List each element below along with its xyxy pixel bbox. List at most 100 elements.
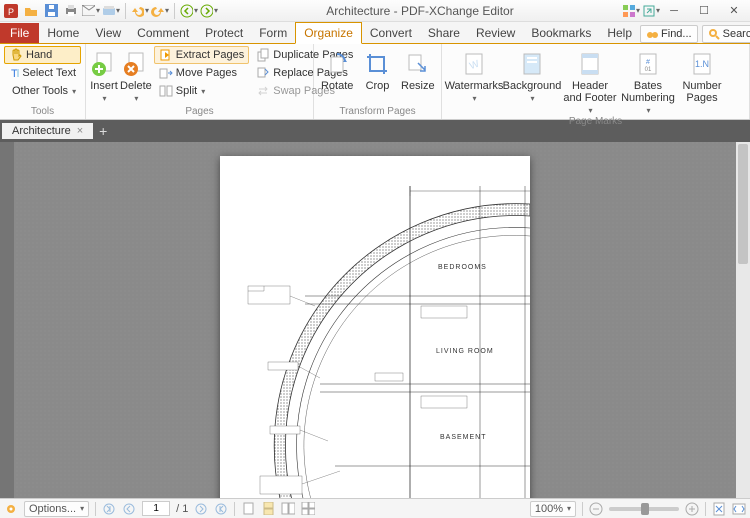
tab-view[interactable]: View (87, 23, 129, 43)
extract-pages-button[interactable]: Extract Pages (154, 46, 249, 64)
background-button[interactable]: Background▾ (504, 46, 560, 103)
save-icon[interactable] (42, 2, 60, 20)
fit-page-icon[interactable] (712, 502, 726, 516)
maximize-button[interactable]: ☐ (690, 2, 718, 20)
room-label-living: LIVING ROOM (436, 348, 494, 355)
move-pages-button[interactable]: Move Pages (154, 64, 249, 82)
prev-page-icon[interactable] (122, 502, 136, 516)
delete-icon (122, 50, 150, 78)
tab-organize[interactable]: Organize (295, 22, 362, 44)
next-page-icon[interactable] (194, 502, 208, 516)
layout-two-cont-icon[interactable] (301, 502, 315, 516)
resize-icon (404, 50, 432, 78)
scan-icon[interactable]: ▾ (102, 2, 120, 20)
pdf-page: BEDROOMS LIVING ROOM BASEMENT (220, 156, 530, 498)
redo-icon[interactable]: ▾ (151, 2, 169, 20)
svg-text:01: 01 (645, 67, 652, 73)
zoom-value[interactable]: 100%▾ (530, 501, 576, 517)
number-pages-button[interactable]: 1.NNumber Pages (678, 46, 726, 104)
select-text-tool[interactable]: TSelect Text (4, 64, 81, 82)
insert-pages-button[interactable]: Insert▾ (90, 46, 118, 103)
split-pages-button[interactable]: Split▾ (154, 82, 249, 100)
zoom-out-icon[interactable] (589, 502, 603, 516)
tab-file[interactable]: File (0, 23, 39, 43)
side-panel-strip[interactable] (0, 142, 14, 498)
group-label-marks: Page Marks (446, 115, 745, 129)
document-tab[interactable]: Architecture× (2, 123, 93, 139)
resize-button[interactable]: Resize (399, 46, 437, 92)
svg-text:P: P (8, 7, 14, 17)
svg-text:#: # (646, 59, 650, 66)
email-icon[interactable]: ▾ (82, 2, 100, 20)
duplicate-icon (256, 48, 270, 62)
tab-protect[interactable]: Protect (197, 23, 251, 43)
minimize-button[interactable]: ─ (660, 2, 688, 20)
title-bar: P ▾ ▾ ▾ ▾ ▾ ▾ Architecture - PDF-XChange… (0, 0, 750, 22)
undo-icon[interactable]: ▾ (131, 2, 149, 20)
page-number-input[interactable] (142, 501, 170, 516)
svg-text:T: T (11, 68, 18, 80)
room-label-basement: BASEMENT (440, 434, 487, 441)
close-tab-icon[interactable]: × (77, 125, 83, 137)
open-icon[interactable] (22, 2, 40, 20)
text-select-icon: T (9, 66, 19, 80)
watermarks-button[interactable]: WWatermarks▾ (446, 46, 502, 103)
watermark-icon: W (460, 50, 488, 78)
tab-share[interactable]: Share (420, 23, 468, 43)
tab-help[interactable]: Help (599, 23, 640, 43)
status-bar: Options...▾ / 1 100%▾ (0, 498, 750, 518)
ui-options-icon[interactable]: ▾ (622, 2, 640, 20)
zoom-slider-thumb[interactable] (641, 503, 649, 515)
first-page-icon[interactable] (102, 502, 116, 516)
replace-icon (256, 66, 270, 80)
group-label-transform: Transform Pages (318, 105, 437, 119)
other-tools[interactable]: Other Tools▾ (4, 82, 81, 100)
options-button[interactable]: Options...▾ (24, 501, 89, 517)
tab-comment[interactable]: Comment (129, 23, 197, 43)
scroll-thumb[interactable] (738, 144, 748, 264)
ribbon: Hand TSelect Text Other Tools▾ Tools Ins… (0, 44, 750, 120)
page-viewport[interactable]: BEDROOMS LIVING ROOM BASEMENT (0, 142, 750, 498)
layout-two-icon[interactable] (281, 502, 295, 516)
find-button[interactable]: Find... (640, 25, 698, 43)
layout-cont-icon[interactable] (261, 502, 275, 516)
nav-forward-icon[interactable]: ▾ (200, 2, 218, 20)
new-tab-button[interactable]: + (93, 123, 113, 139)
crop-icon (363, 50, 391, 78)
group-label-pages: Pages (90, 105, 309, 119)
zoom-in-icon[interactable] (685, 502, 699, 516)
header-footer-icon (576, 50, 604, 78)
nav-back-icon[interactable]: ▾ (180, 2, 198, 20)
app-icon[interactable]: P (2, 2, 20, 20)
close-button[interactable]: ✕ (720, 2, 748, 20)
architectural-drawing (220, 156, 530, 498)
ribbon-tabs: File Home View Comment Protect Form Orga… (0, 22, 750, 44)
swap-pages-button[interactable]: Swap Pages (251, 82, 358, 100)
svg-text:1.N: 1.N (695, 59, 709, 69)
tab-home[interactable]: Home (39, 23, 87, 43)
last-page-icon[interactable] (214, 502, 228, 516)
tab-bookmarks[interactable]: Bookmarks (523, 23, 599, 43)
print-icon[interactable] (62, 2, 80, 20)
launch-icon[interactable]: ▾ (642, 2, 660, 20)
delete-pages-button[interactable]: Delete▾ (120, 46, 152, 103)
quick-access-toolbar: P ▾ ▾ ▾ ▾ ▾ ▾ (2, 2, 218, 20)
fit-width-icon[interactable] (732, 502, 746, 516)
hand-tool[interactable]: Hand (4, 46, 81, 64)
bates-icon: #01 (634, 50, 662, 78)
search-button[interactable]: Search... (702, 25, 750, 43)
vertical-scrollbar[interactable] (736, 142, 750, 498)
tab-form[interactable]: Form (251, 23, 295, 43)
rotate-icon (323, 50, 351, 78)
window-title: Architecture - PDF-XChange Editor (218, 4, 622, 18)
room-label-bedrooms: BEDROOMS (438, 264, 487, 271)
bates-numbering-button[interactable]: #01Bates Numbering▾ (620, 46, 676, 115)
gear-icon (4, 502, 18, 516)
insert-icon (90, 50, 118, 78)
header-footer-button[interactable]: Header and Footer▾ (562, 46, 618, 115)
zoom-slider[interactable] (609, 507, 679, 511)
tab-review[interactable]: Review (468, 23, 523, 43)
tab-convert[interactable]: Convert (362, 23, 420, 43)
layout-single-icon[interactable] (241, 502, 255, 516)
crop-button[interactable]: Crop (358, 46, 396, 92)
